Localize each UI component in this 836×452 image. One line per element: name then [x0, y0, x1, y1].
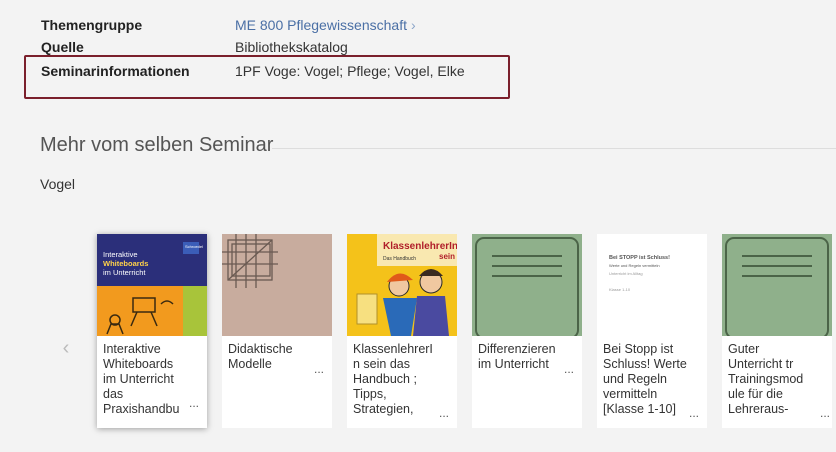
book-cover[interactable]: KlassenlehrerIn sein Das Handbuch: [347, 234, 457, 336]
book-cover[interactable]: Interaktive Whiteboards im Unterricht Sc…: [97, 234, 207, 336]
cover-title-line: Klasse 1-10: [609, 287, 631, 292]
carousel-item[interactable]: Interaktive Whiteboards im Unterricht Sc…: [97, 234, 207, 428]
chevron-right-icon: ›: [410, 17, 416, 33]
section-divider: [272, 148, 836, 149]
highlight-box: [24, 55, 510, 99]
carousel-item[interactable]: KlassenlehrerIn sein Das Handbuch Klasse…: [347, 234, 457, 428]
more-button[interactable]: ...: [820, 406, 830, 420]
cover-title-line: Klassenlehrer: [383, 241, 450, 252]
card-title[interactable]: Didaktische Modelle: [228, 342, 318, 372]
cover-subtitle: Das Handbuch: [383, 256, 417, 262]
top-edge: [0, 0, 836, 6]
cover-title-line: sein: [439, 252, 456, 261]
quelle-label: Quelle: [41, 39, 84, 55]
chevron-left-icon[interactable]: ‹: [63, 337, 70, 359]
cover-title-line: Unterricht im Alltag: [609, 271, 643, 276]
cover-title-line: Bei STOPP ist Schluss!: [609, 255, 670, 261]
more-button[interactable]: ...: [689, 406, 699, 420]
generic-book-icon[interactable]: [722, 234, 832, 336]
cover-title-line: Whiteboards: [103, 259, 149, 268]
cover-title-line: In: [449, 241, 457, 252]
card-title[interactable]: Guter Unterricht tr Trainingsmod ule für…: [728, 342, 818, 417]
cover-title-line: Interaktive: [103, 250, 138, 259]
carousel-item[interactable]: Guter Unterricht tr Trainingsmod ule für…: [722, 234, 832, 428]
carousel-item[interactable]: Bei STOPP ist Schluss! Werte und Regeln …: [597, 234, 707, 428]
cover-publisher: Schroedel: [185, 244, 204, 249]
more-button[interactable]: ...: [189, 396, 199, 410]
card-title[interactable]: Differenzieren im Unterricht: [478, 342, 568, 372]
more-button[interactable]: ...: [314, 362, 324, 376]
carousel-item[interactable]: Differenzieren im Unterricht ...: [472, 234, 582, 428]
themengruppe-label: Themengruppe: [41, 17, 143, 33]
more-button[interactable]: ...: [564, 362, 574, 376]
themengruppe-link[interactable]: ME 800 Pflegewissenschaft ›: [235, 16, 416, 34]
themengruppe-value[interactable]: ME 800 Pflegewissenschaft: [235, 17, 407, 33]
book-cover[interactable]: Bei STOPP ist Schluss! Werte und Regeln …: [597, 234, 707, 336]
generic-book-icon[interactable]: [472, 234, 582, 336]
more-button[interactable]: ...: [439, 406, 449, 420]
seminar-name: Vogel: [40, 176, 76, 192]
section-title: Mehr vom selben Seminar: [40, 134, 274, 156]
cover-title-line: im Unterricht: [103, 268, 146, 277]
quelle-value: Bibliothekskatalog: [235, 39, 348, 55]
carousel-prev-button[interactable]: ‹: [58, 336, 74, 360]
card-title[interactable]: Interaktive Whiteboards im Unterricht da…: [103, 342, 193, 417]
cover-title-line: KlassenlehrerIn: [383, 242, 457, 252]
card-title[interactable]: Bei Stopp ist Schluss! Werte und Regeln …: [603, 342, 693, 417]
book-cover[interactable]: [222, 234, 332, 336]
cover-title-line: Werte und Regeln vermitteln: [609, 263, 660, 268]
carousel-item[interactable]: Didaktische Modelle ...: [222, 234, 332, 428]
card-title[interactable]: KlassenlehrerI n sein das Handbuch ; Tip…: [353, 342, 443, 417]
